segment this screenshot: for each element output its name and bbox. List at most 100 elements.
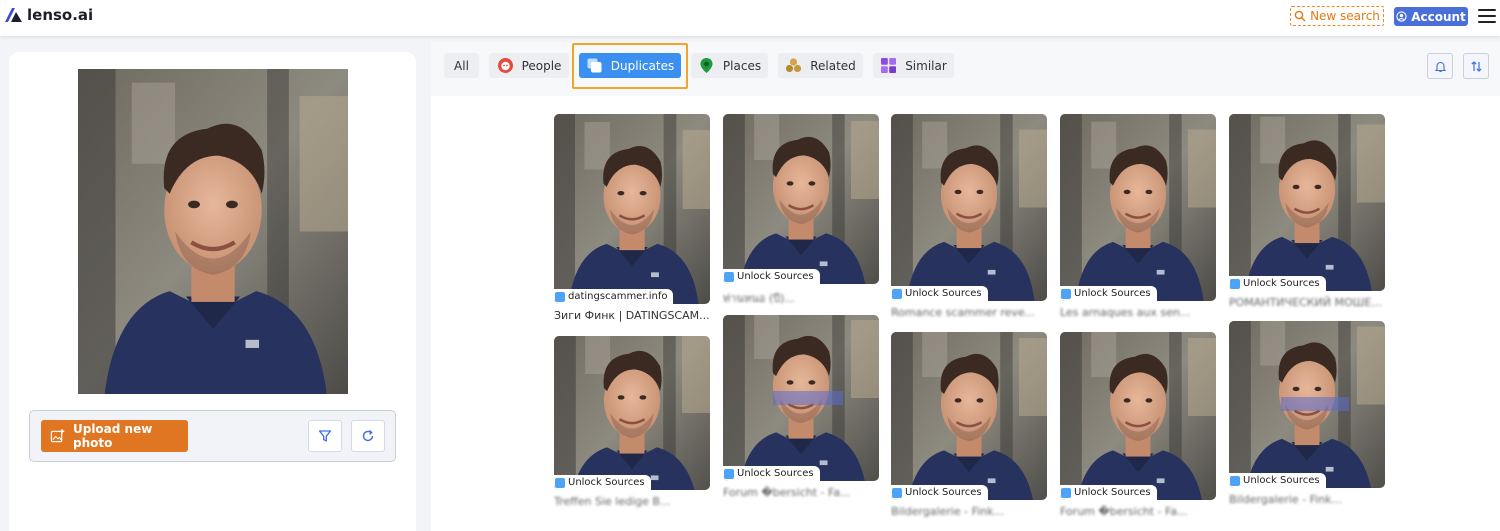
result-caption[interactable]: Зиги Финк | DATINGSCAM...: [554, 309, 710, 322]
map-pin-icon: [700, 58, 713, 73]
result-thumbnail[interactable]: Unlock Sources: [1229, 114, 1385, 291]
source-label: Unlock Sources: [1243, 278, 1320, 289]
result-caption[interactable]: Bildergalerie - Fink...: [1229, 493, 1385, 506]
source-label: Unlock Sources: [905, 487, 982, 498]
tab-people[interactable]: People: [489, 53, 569, 78]
source-label: datingscammer.info: [568, 291, 668, 302]
tab-duplicates-label: Duplicates: [610, 58, 675, 73]
add-image-icon: [50, 429, 65, 443]
new-search-label: New search: [1310, 9, 1380, 23]
result-card[interactable]: Unlock Sources Bildergalerie - Fink...: [1229, 321, 1385, 506]
refresh-button[interactable]: [351, 420, 385, 452]
source-label: Unlock Sources: [1243, 475, 1320, 486]
result-card[interactable]: Unlock Sources ท่านหนอ (ปี)...: [723, 114, 879, 307]
source-site-icon: [1230, 475, 1240, 486]
tab-similar[interactable]: Similar: [873, 53, 954, 78]
source-badge[interactable]: Unlock Sources: [554, 475, 651, 490]
result-thumbnail[interactable]: Unlock Sources: [1060, 332, 1216, 500]
duplicates-icon: [587, 58, 602, 73]
tab-all-label: All: [454, 58, 469, 73]
source-label: Unlock Sources: [1074, 487, 1151, 498]
source-label: Unlock Sources: [737, 468, 814, 479]
source-label: Unlock Sources: [737, 271, 814, 282]
source-badge[interactable]: Unlock Sources: [723, 466, 820, 481]
bell-icon: [1434, 61, 1446, 72]
result-thumbnail[interactable]: Unlock Sources: [1229, 321, 1385, 488]
tab-similar-label: Similar: [905, 58, 947, 73]
search-source-photo: [78, 69, 348, 394]
source-badge[interactable]: Unlock Sources: [1229, 276, 1326, 291]
result-caption[interactable]: Bildergalerie - Fink...: [891, 505, 1047, 518]
source-badge[interactable]: Unlock Sources: [723, 269, 820, 284]
result-card[interactable]: Unlock Sources Romance scammer reve...: [891, 114, 1047, 319]
tab-related-label: Related: [810, 58, 856, 73]
result-caption[interactable]: Forum �bersicht - Fa...: [723, 486, 879, 499]
result-thumbnail[interactable]: Unlock Sources: [891, 332, 1047, 500]
source-badge[interactable]: Unlock Sources: [891, 286, 988, 301]
source-badge[interactable]: Unlock Sources: [1060, 286, 1157, 301]
result-card[interactable]: Unlock Sources Forum �bersicht - Fa...: [1060, 332, 1216, 518]
account-button[interactable]: Account: [1394, 7, 1468, 26]
result-card[interactable]: Unlock Sources Les arnaques aux sen...: [1060, 114, 1216, 319]
tab-related[interactable]: Related: [778, 53, 863, 78]
sort-arrows-icon: [1470, 60, 1482, 72]
related-circles-icon: [786, 58, 802, 73]
source-site-icon: [892, 288, 902, 299]
people-face-icon: [497, 58, 513, 73]
alert-bell-button[interactable]: [1427, 53, 1453, 79]
source-label: Unlock Sources: [568, 477, 645, 488]
result-thumbnail[interactable]: datingscammer.info: [554, 114, 710, 304]
new-search-button[interactable]: New search: [1290, 6, 1384, 26]
refresh-icon: [362, 430, 374, 442]
result-card[interactable]: Unlock Sources РОМАНТИЧЕСКИЙ МОШЕ...: [1229, 114, 1385, 309]
source-site-icon: [724, 468, 734, 479]
source-site-icon: [555, 477, 565, 488]
tab-all[interactable]: All: [444, 53, 479, 78]
source-site-icon: [555, 291, 565, 302]
result-card[interactable]: datingscammer.info Зиги Финк | DATINGSCA…: [554, 114, 710, 322]
result-thumbnail[interactable]: Unlock Sources: [723, 114, 879, 284]
source-label: Unlock Sources: [905, 288, 982, 299]
face-redaction-bar: [773, 391, 843, 405]
source-site-icon: [892, 487, 902, 498]
result-caption[interactable]: РОМАНТИЧЕСКИЙ МОШЕ...: [1229, 296, 1385, 309]
source-badge[interactable]: Unlock Sources: [1060, 485, 1157, 500]
result-thumbnail[interactable]: Unlock Sources: [891, 114, 1047, 301]
result-card[interactable]: Unlock Sources Forum �bersicht - Fa...: [723, 315, 879, 499]
hamburger-menu-icon[interactable]: [1478, 9, 1496, 23]
face-redaction-bar: [1281, 397, 1349, 411]
filter-button[interactable]: [308, 420, 342, 452]
source-site-icon: [724, 271, 734, 282]
source-badge[interactable]: datingscammer.info: [554, 289, 674, 304]
source-label: Unlock Sources: [1074, 288, 1151, 299]
logo[interactable]: lenso.ai: [5, 6, 93, 24]
result-card[interactable]: Unlock Sources Bildergalerie - Fink...: [891, 332, 1047, 518]
grid-squares-icon: [881, 58, 897, 73]
account-label: Account: [1411, 9, 1466, 24]
tab-places[interactable]: Places: [691, 53, 768, 78]
result-card[interactable]: Unlock Sources Treffen Sie ledige B...: [554, 336, 710, 508]
result-caption[interactable]: Treffen Sie ledige B...: [554, 495, 710, 508]
tab-people-label: People: [521, 58, 562, 73]
tab-places-label: Places: [722, 58, 762, 73]
filter-funnel-icon: [318, 430, 332, 442]
result-thumbnail[interactable]: Unlock Sources: [1060, 114, 1216, 301]
source-site-icon: [1061, 288, 1071, 299]
result-thumbnail[interactable]: Unlock Sources: [723, 315, 879, 481]
result-caption[interactable]: ท่านหนอ (ปี)...: [723, 289, 879, 307]
source-badge[interactable]: Unlock Sources: [891, 485, 988, 500]
upload-toolbar: Upload new photo: [29, 410, 396, 462]
search-icon: [1294, 10, 1306, 22]
source-site-icon: [1230, 278, 1240, 289]
tab-duplicates[interactable]: Duplicates: [579, 53, 681, 78]
result-thumbnail[interactable]: Unlock Sources: [554, 336, 710, 490]
result-caption[interactable]: Romance scammer reve...: [891, 306, 1047, 319]
top-navbar: lenso.ai New search Account: [0, 0, 1500, 36]
sort-button[interactable]: [1463, 53, 1489, 79]
source-badge[interactable]: Unlock Sources: [1229, 473, 1326, 488]
result-caption[interactable]: Forum �bersicht - Fa...: [1060, 505, 1216, 518]
logo-text: lenso.ai: [27, 6, 94, 24]
result-caption[interactable]: Les arnaques aux sen...: [1060, 306, 1216, 319]
lenso-logo-icon: [5, 8, 22, 22]
upload-new-photo-button[interactable]: Upload new photo: [41, 420, 188, 452]
